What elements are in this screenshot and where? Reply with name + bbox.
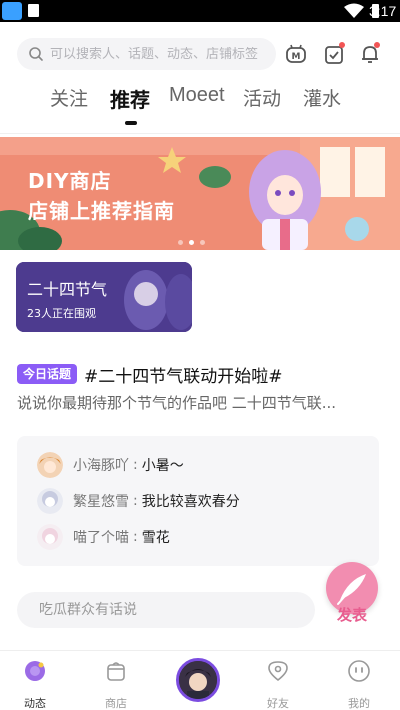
friends-icon xyxy=(268,661,288,682)
search-input[interactable] xyxy=(50,46,270,62)
topic-description[interactable]: 说说你最期待那个节气的作品吧 二十四节气联... xyxy=(17,392,385,413)
comment-text: 小暑～ xyxy=(141,458,184,474)
notification-dot xyxy=(374,42,380,48)
svg-text:M: M xyxy=(292,52,301,62)
reply-input[interactable] xyxy=(39,592,299,628)
banner-dot xyxy=(200,240,205,245)
avatar xyxy=(37,488,63,514)
comment-row[interactable]: 喵了个喵 : 雪花 xyxy=(37,523,170,551)
user-avatar-button[interactable] xyxy=(176,658,220,702)
solar-term-card[interactable]: 二十四节气 23人正在围观 xyxy=(16,262,192,332)
notification-dot xyxy=(339,42,345,48)
tab-events[interactable]: 活动 xyxy=(243,84,281,111)
topic-title[interactable]: #二十四节气联动开始啦# xyxy=(84,362,283,387)
nav-item-feed[interactable]: 动态 xyxy=(5,657,65,710)
banner-title-line2: 店铺上推荐指南 xyxy=(28,199,175,223)
search-bar[interactable] xyxy=(17,38,276,70)
comment-separator: : xyxy=(133,457,138,473)
comment-separator: : xyxy=(133,493,138,509)
comment-user: 喵了个喵 xyxy=(73,530,129,546)
solar-term-title: 二十四节气 xyxy=(27,280,108,299)
avatar xyxy=(37,452,63,478)
banner-title-line1: DIY商店 xyxy=(28,169,112,193)
tab-recommended[interactable]: 推荐 xyxy=(110,84,150,113)
active-tab-indicator xyxy=(125,121,137,125)
profile-face-icon xyxy=(348,660,370,682)
comment-separator: : xyxy=(133,529,138,545)
tab-chat[interactable]: 灌水 xyxy=(303,84,341,111)
banner-dot-active xyxy=(189,240,194,245)
planet-icon xyxy=(25,661,45,681)
comment-row[interactable]: 小海豚吖 : 小暑～ xyxy=(37,451,184,479)
comment-text: 雪花 xyxy=(141,530,170,546)
wifi-icon xyxy=(344,3,364,18)
divider xyxy=(0,133,400,134)
status-time: 3:17 xyxy=(369,3,397,19)
robot-mascot-icon[interactable]: M xyxy=(284,42,308,66)
sim-card-icon xyxy=(28,4,39,17)
post-button-label[interactable]: 发表 xyxy=(337,604,367,625)
comment-user: 小海豚吖 xyxy=(73,458,129,474)
shop-icon xyxy=(107,662,125,681)
topic-comments[interactable]: 小海豚吖 : 小暑～ 繁星悠雪 : 我比较喜欢春分 喵了个喵 : 雪花 xyxy=(17,436,379,566)
comment-text: 我比较喜欢春分 xyxy=(141,494,240,510)
nav-item-me[interactable]: 我的 xyxy=(329,657,389,710)
solar-term-viewers: 23人正在围观 xyxy=(27,307,96,320)
avatar xyxy=(179,661,217,699)
app-notification-icon xyxy=(2,2,22,20)
nav-label: 商店 xyxy=(105,697,127,710)
comment-row[interactable]: 繁星悠雪 : 我比较喜欢春分 xyxy=(37,487,240,515)
feed-tabs: 关注 推荐 Moeet 活动 灌水 xyxy=(0,84,400,120)
tab-following[interactable]: 关注 xyxy=(50,84,88,111)
nav-item-friends[interactable]: 好友 xyxy=(248,657,308,710)
nav-item-shop[interactable]: 商店 xyxy=(86,657,146,710)
banner-pagination xyxy=(178,240,218,246)
search-icon xyxy=(29,47,43,61)
nav-label: 我的 xyxy=(348,697,370,710)
tab-moeet[interactable]: Moeet xyxy=(169,84,225,107)
nav-label: 动态 xyxy=(24,697,46,710)
status-bar: 3:17 xyxy=(0,0,400,22)
reply-bar[interactable] xyxy=(17,592,315,628)
comment-user: 繁星悠雪 xyxy=(73,494,129,510)
avatar xyxy=(37,524,63,550)
promo-banner[interactable]: DIY商店 店铺上推荐指南 xyxy=(0,137,400,250)
banner-dot xyxy=(178,240,183,245)
nav-label: 好友 xyxy=(267,697,289,710)
daily-topic-badge: 今日话题 xyxy=(17,364,77,384)
